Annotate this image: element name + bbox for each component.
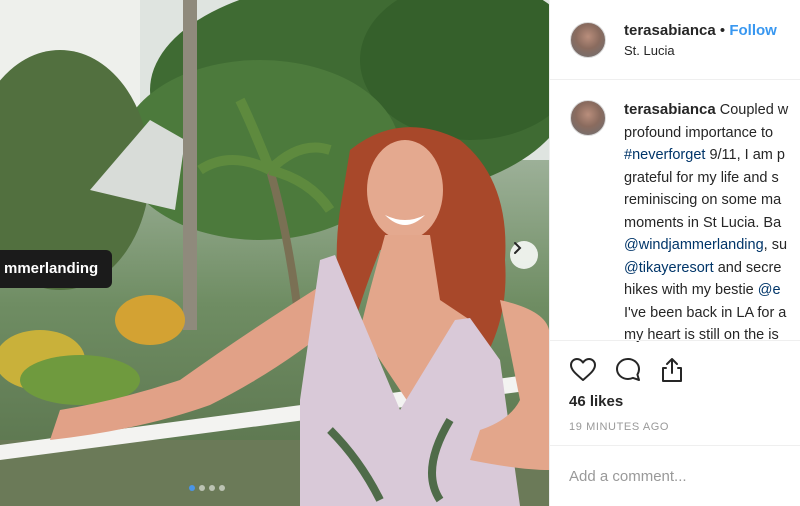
- caption: terasabianca Coupled w profound importan…: [624, 99, 800, 347]
- caption-line: #neverforget 9/11, I am p: [624, 144, 800, 167]
- post-photo[interactable]: mmerlanding: [0, 0, 549, 506]
- caption-line: terasabianca Coupled w: [624, 99, 800, 122]
- caption-text: , su: [763, 237, 788, 253]
- caption-line: @tikayeresort and secre: [624, 257, 800, 280]
- heart-icon: [570, 358, 596, 381]
- caption-text: and secre: [713, 259, 782, 276]
- caption-text: Coupled w: [719, 102, 789, 118]
- post-timestamp[interactable]: 19 MINUTES AGO: [569, 421, 669, 433]
- username-link[interactable]: terasabianca: [624, 22, 716, 39]
- caption-text: hikes with my bestie: [624, 282, 758, 298]
- caption-text: I've been back in LA for a: [624, 304, 787, 321]
- comment-input[interactable]: [569, 468, 789, 485]
- caption-line: profound importance to: [624, 122, 800, 145]
- mention-link[interactable]: @windjammerlanding: [624, 237, 764, 253]
- caption-text: reminiscing on some ma: [624, 192, 782, 208]
- share-icon: [662, 358, 682, 382]
- caption-avatar[interactable]: [570, 100, 606, 136]
- likes-count[interactable]: 46 likes: [569, 393, 623, 410]
- caption-text: moments in St Lucia. Ba: [624, 214, 782, 231]
- carousel-indicator: [189, 485, 225, 491]
- caption-text: profound importance to: [624, 124, 774, 141]
- photo-tag[interactable]: mmerlanding: [0, 250, 113, 288]
- comment-button[interactable]: [613, 355, 643, 385]
- caption-line: grateful for my life and s: [624, 167, 800, 190]
- comment-bar: [550, 445, 800, 506]
- caption-line: reminiscing on some ma: [624, 189, 800, 212]
- post-actions: 46 likes 19 MINUTES AGO: [550, 340, 800, 506]
- chevron-right-icon: [514, 242, 522, 254]
- caption-line: hikes with my bestie @e: [624, 279, 800, 302]
- post-side-panel: terasabianca • Follow St. Lucia terasabi…: [549, 0, 800, 506]
- avatar[interactable]: [570, 22, 606, 58]
- caption-line: @windjammerlanding, su: [624, 234, 800, 257]
- caption-line: I've been back in LA for a: [624, 302, 800, 325]
- caption-line: moments in St Lucia. Ba: [624, 212, 800, 235]
- mention-link[interactable]: @tikayeresort: [624, 260, 714, 276]
- post-header: terasabianca • Follow St. Lucia: [550, 0, 800, 80]
- follow-button[interactable]: Follow: [729, 22, 777, 39]
- separator-dot: •: [719, 22, 726, 39]
- hashtag-link[interactable]: #neverforget: [624, 147, 705, 163]
- carousel-dot: [209, 485, 215, 491]
- location-link[interactable]: St. Lucia: [624, 43, 675, 58]
- mention-link[interactable]: @e: [758, 282, 781, 298]
- comment-icon: [616, 358, 640, 381]
- caption-text: grateful for my life and s: [624, 169, 779, 186]
- photo-tag-label: mmerlanding: [4, 260, 99, 277]
- caption-text: 9/11, I am p: [705, 147, 785, 163]
- header-user-line: terasabianca • Follow: [624, 22, 777, 39]
- carousel-next-button[interactable]: [510, 241, 538, 269]
- caption-username[interactable]: terasabianca: [624, 101, 716, 118]
- share-button[interactable]: [657, 355, 687, 385]
- like-button[interactable]: [568, 355, 598, 385]
- carousel-dot: [199, 485, 205, 491]
- carousel-dot: [189, 485, 195, 491]
- carousel-dot: [219, 485, 225, 491]
